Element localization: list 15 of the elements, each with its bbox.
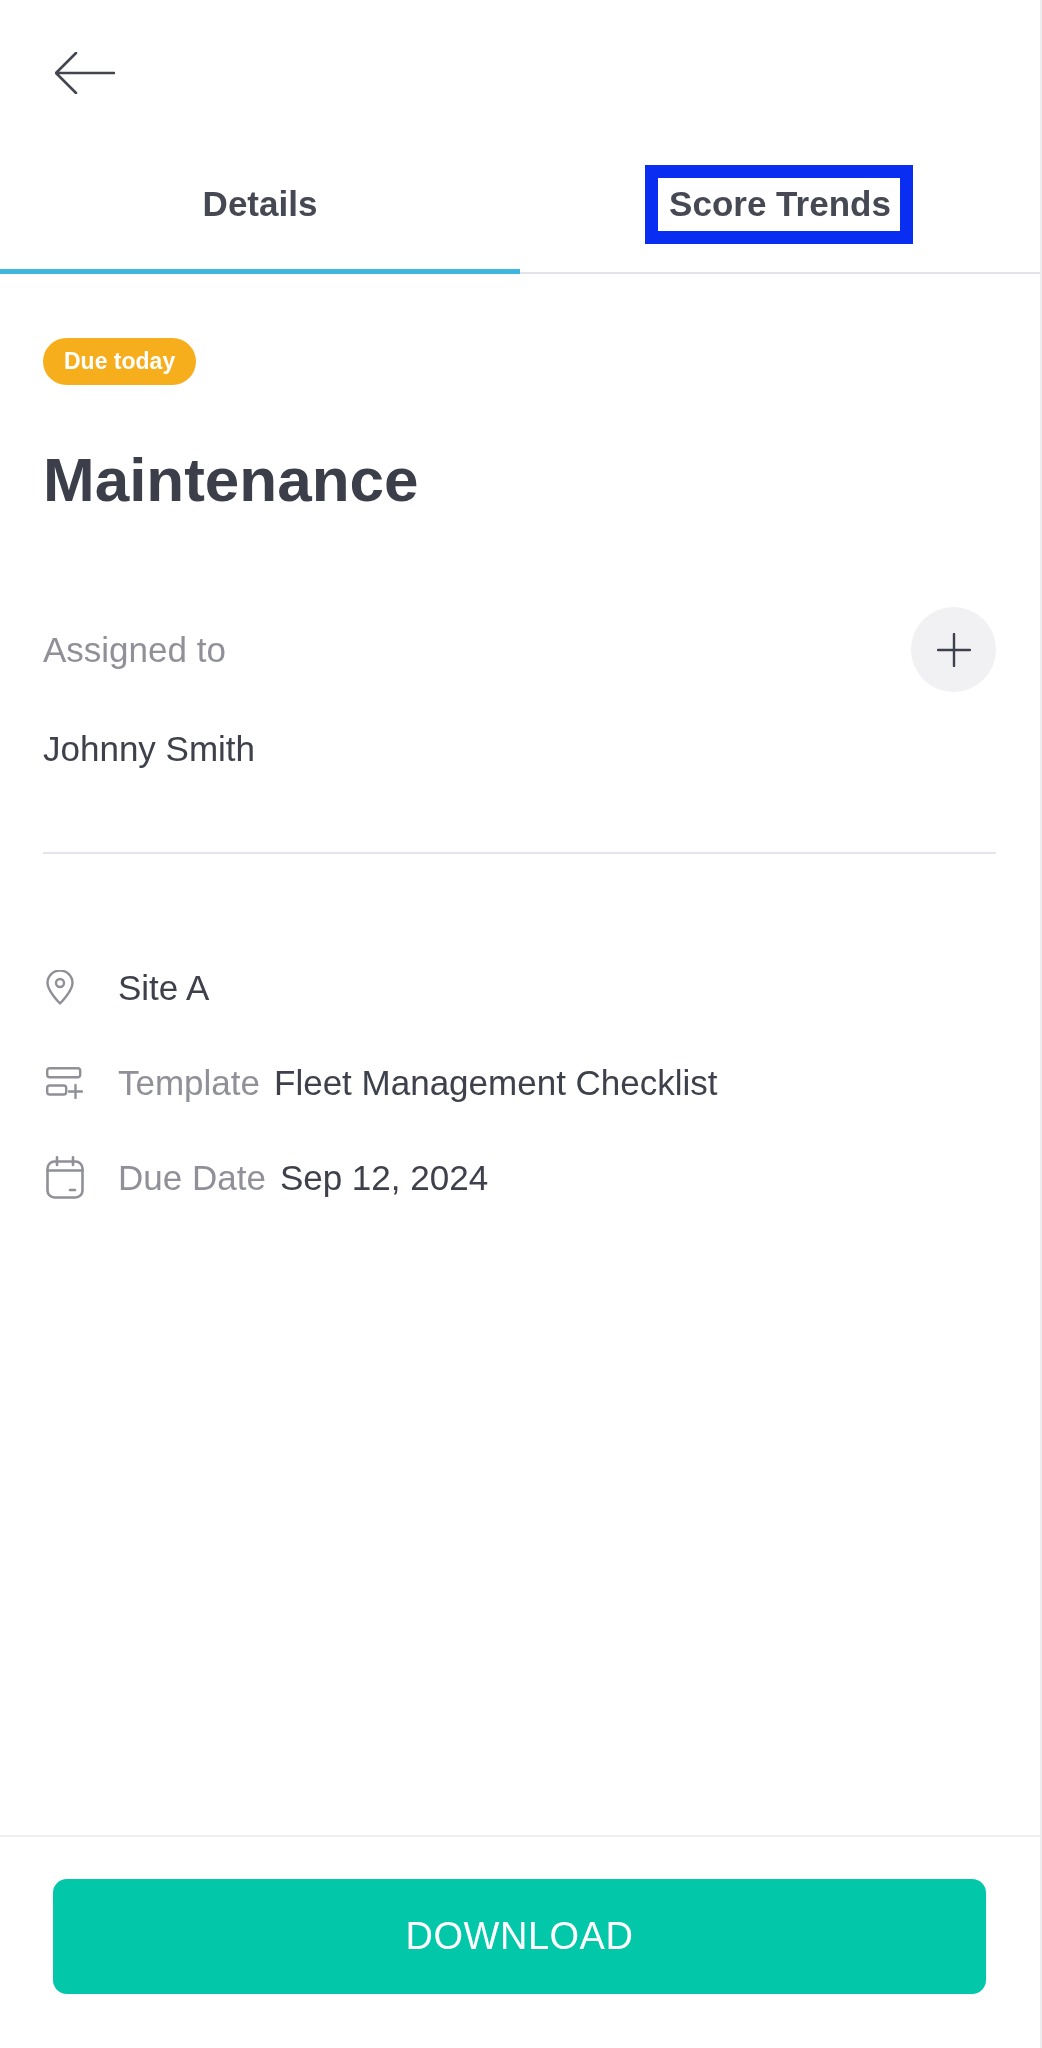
assignee-name: Johnny Smith bbox=[43, 728, 257, 770]
calendar-icon bbox=[46, 1156, 84, 1199]
status-badge: Due today bbox=[43, 338, 197, 385]
template-list-icon bbox=[46, 1066, 83, 1099]
info-label: Template bbox=[118, 1062, 261, 1103]
info-label: Due Date bbox=[118, 1157, 266, 1198]
assigned-label: Assigned to bbox=[43, 629, 226, 670]
info-value: Sep 12, 2024 bbox=[279, 1157, 489, 1198]
task-title: Maintenance bbox=[43, 444, 420, 516]
info-value: Fleet Management Checklist bbox=[274, 1062, 718, 1103]
location-pin-icon bbox=[46, 970, 74, 1005]
back-button[interactable] bbox=[55, 52, 115, 94]
info-value: Site A bbox=[118, 967, 210, 1008]
plus-icon bbox=[936, 632, 971, 667]
back-arrow-icon bbox=[55, 52, 115, 94]
